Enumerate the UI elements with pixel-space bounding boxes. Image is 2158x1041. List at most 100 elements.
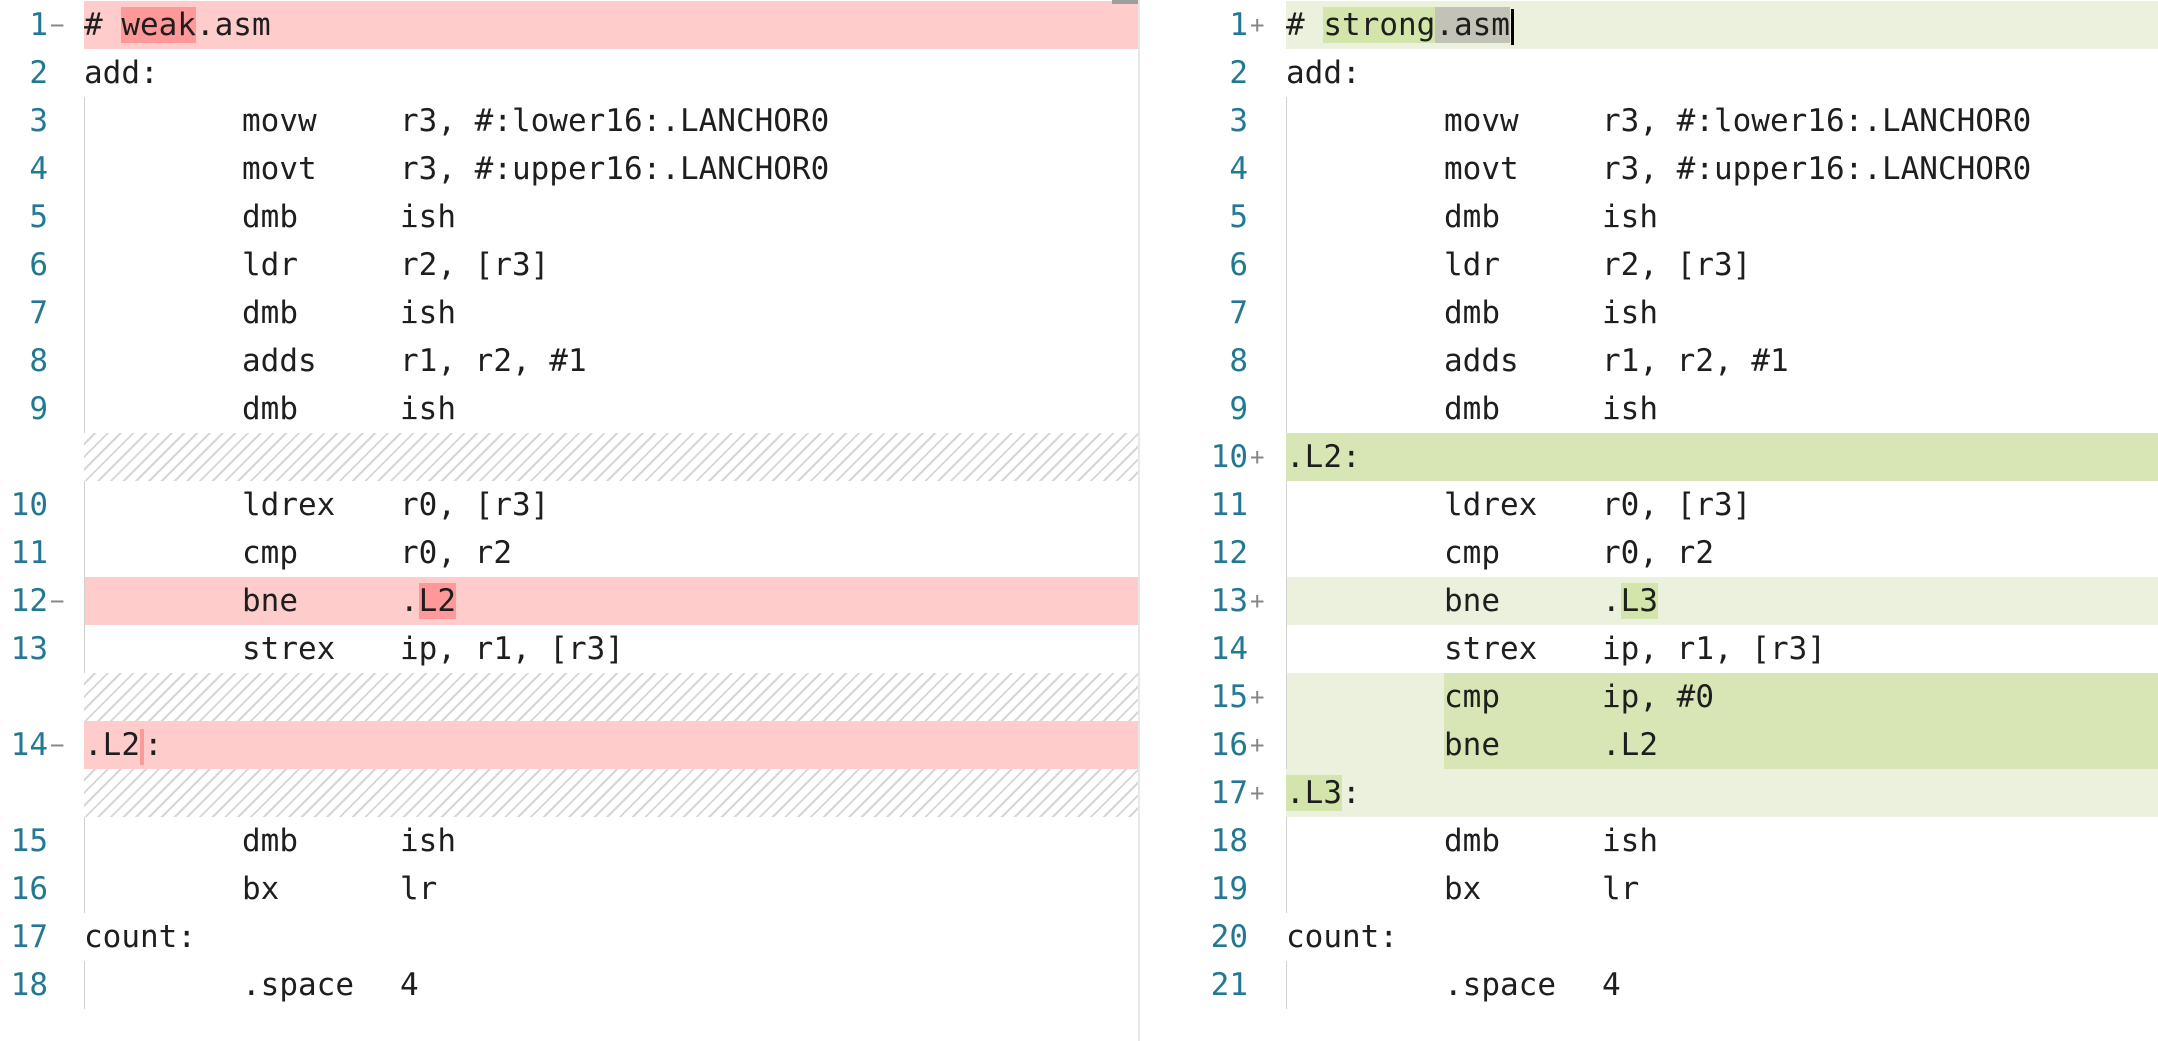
code-text[interactable]: dmb ish bbox=[1286, 385, 2158, 433]
code-text[interactable]: ldr r2, [r3] bbox=[1286, 241, 2158, 289]
code-text[interactable]: ldr r2, [r3] bbox=[84, 241, 1138, 289]
code-text[interactable]: .space 4 bbox=[84, 961, 1138, 1009]
code-text[interactable]: add: bbox=[1286, 49, 2158, 97]
code-line[interactable]: 19 bx lr bbox=[1140, 865, 2158, 913]
code-line[interactable]: 15 + cmp ip, #0 bbox=[1140, 673, 2158, 721]
code-text[interactable]: # strong.asm bbox=[1286, 1, 2158, 49]
code-text[interactable]: count: bbox=[1286, 913, 2158, 961]
comment-prefix: # bbox=[84, 7, 122, 43]
code-text[interactable]: strex ip, r1, [r3] bbox=[84, 625, 1138, 673]
code-text[interactable]: dmb ish bbox=[1286, 193, 2158, 241]
code-text[interactable]: dmb ish bbox=[1286, 817, 2158, 865]
indent-guide bbox=[84, 241, 85, 289]
mnemonic: .space bbox=[1444, 967, 1556, 1003]
mnemonic: .space bbox=[242, 967, 354, 1003]
operand-text: . bbox=[1602, 583, 1621, 619]
code-text[interactable]: strex ip, r1, [r3] bbox=[1286, 625, 2158, 673]
code-line[interactable]: 8 adds r1, r2, #1 bbox=[1140, 337, 2158, 385]
mnemonic: dmb bbox=[242, 391, 298, 427]
code-line[interactable] bbox=[0, 673, 1138, 721]
code-text[interactable]: .space 4 bbox=[1286, 961, 2158, 1009]
code-line[interactable]: 10 ldrex r0, [r3] bbox=[0, 481, 1138, 529]
code-line[interactable]: 1− # weak.asm bbox=[0, 1, 1138, 49]
code-line[interactable]: 15 dmb ish bbox=[0, 817, 1138, 865]
code-line[interactable]: 2 add: bbox=[1140, 49, 2158, 97]
line-number: 3 bbox=[1229, 103, 1248, 139]
code-text[interactable]: cmp r0, r2 bbox=[84, 529, 1138, 577]
code-line[interactable]: 11 cmp r0, r2 bbox=[0, 529, 1138, 577]
code-line[interactable]: 4 movt r3, #:upper16:.LANCHOR0 bbox=[1140, 145, 2158, 193]
code-text[interactable]: count: bbox=[84, 913, 1138, 961]
code-text[interactable]: cmp ip, #0 bbox=[1286, 673, 2158, 721]
code-line[interactable]: 4 movt r3, #:upper16:.LANCHOR0 bbox=[0, 145, 1138, 193]
code-line[interactable]: 5 dmb ish bbox=[0, 193, 1138, 241]
operands: ish bbox=[1602, 817, 1658, 865]
mnemonic: cmp bbox=[242, 535, 298, 571]
code-text[interactable]: dmb ish bbox=[1286, 289, 2158, 337]
code-line[interactable]: 2 add: bbox=[0, 49, 1138, 97]
code-line[interactable]: 17 count: bbox=[0, 913, 1138, 961]
code-text[interactable]: bne .L2 bbox=[1286, 721, 2158, 769]
code-text[interactable]: movw r3, #:lower16:.LANCHOR0 bbox=[1286, 97, 2158, 145]
code-text[interactable]: bx lr bbox=[1286, 865, 2158, 913]
code-text[interactable]: dmb ish bbox=[84, 817, 1138, 865]
code-line[interactable]: 1 + # strong.asm bbox=[1140, 1, 2158, 49]
code-text[interactable]: # weak.asm bbox=[84, 1, 1138, 49]
code-line[interactable]: 18 .space 4 bbox=[0, 961, 1138, 1009]
code-line[interactable]: 20 count: bbox=[1140, 913, 2158, 961]
code-text[interactable]: bne .L3 bbox=[1286, 577, 2158, 625]
code-line[interactable]: 14− .L2: bbox=[0, 721, 1138, 769]
code-text[interactable]: movw r3, #:lower16:.LANCHOR0 bbox=[84, 97, 1138, 145]
code-text[interactable]: dmb ish bbox=[84, 193, 1138, 241]
code-line[interactable]: 21 .space 4 bbox=[1140, 961, 2158, 1009]
code-line[interactable]: 13 strex ip, r1, [r3] bbox=[0, 625, 1138, 673]
changed-token: strong bbox=[1323, 7, 1436, 43]
code-text[interactable]: dmb ish bbox=[84, 385, 1138, 433]
original-pane[interactable]: 1− # weak.asm 2 add: 3 movw r3, #:lower16:.LAN… bbox=[0, 0, 1138, 1041]
code-line[interactable] bbox=[0, 433, 1138, 481]
mnemonic: cmp bbox=[1444, 535, 1500, 571]
code-line[interactable]: 11 ldrex r0, [r3] bbox=[1140, 481, 2158, 529]
code-line[interactable]: 12− bne .L2 bbox=[0, 577, 1138, 625]
code-line[interactable]: 13 + bne .L3 bbox=[1140, 577, 2158, 625]
code-text[interactable]: adds r1, r2, #1 bbox=[1286, 337, 2158, 385]
label-colon: : bbox=[144, 727, 163, 763]
added-marker: + bbox=[1250, 683, 1265, 711]
code-text[interactable]: .L2: bbox=[84, 721, 1138, 769]
code-text[interactable]: ldrex r0, [r3] bbox=[1286, 481, 2158, 529]
code-line[interactable]: 16 + bne .L2 bbox=[1140, 721, 2158, 769]
code-line[interactable]: 18 dmb ish bbox=[1140, 817, 2158, 865]
code-line[interactable]: 3 movw r3, #:lower16:.LANCHOR0 bbox=[0, 97, 1138, 145]
mnemonic: adds bbox=[242, 343, 317, 379]
code-line[interactable]: 10 + .L2: bbox=[1140, 433, 2158, 481]
code-text[interactable]: bne .L2 bbox=[84, 577, 1138, 625]
code-line[interactable]: 6 ldr r2, [r3] bbox=[1140, 241, 2158, 289]
code-text[interactable]: .L3: bbox=[1286, 769, 2158, 817]
code-line[interactable]: 16 bx lr bbox=[0, 865, 1138, 913]
code-text[interactable]: dmb ish bbox=[84, 289, 1138, 337]
code-line[interactable]: 5 dmb ish bbox=[1140, 193, 2158, 241]
code-line[interactable]: 7 dmb ish bbox=[1140, 289, 2158, 337]
code-text[interactable]: cmp r0, r2 bbox=[1286, 529, 2158, 577]
code-line[interactable]: 3 movw r3, #:lower16:.LANCHOR0 bbox=[1140, 97, 2158, 145]
code-text[interactable]: .L2: bbox=[1286, 433, 2158, 481]
code-line[interactable]: 7 dmb ish bbox=[0, 289, 1138, 337]
code-line[interactable]: 14 strex ip, r1, [r3] bbox=[1140, 625, 2158, 673]
code-text[interactable]: bx lr bbox=[84, 865, 1138, 913]
code-text[interactable]: movt r3, #:upper16:.LANCHOR0 bbox=[1286, 145, 2158, 193]
code-line[interactable] bbox=[0, 769, 1138, 817]
code-line[interactable]: 8 adds r1, r2, #1 bbox=[0, 337, 1138, 385]
line-number: 2 bbox=[1229, 55, 1248, 91]
code-line[interactable]: 17 + .L3: bbox=[1140, 769, 2158, 817]
operands: ip, #0 bbox=[1602, 673, 1714, 721]
code-text[interactable]: movt r3, #:upper16:.LANCHOR0 bbox=[84, 145, 1138, 193]
code-line[interactable]: 9 dmb ish bbox=[0, 385, 1138, 433]
code-text[interactable]: ldrex r0, [r3] bbox=[84, 481, 1138, 529]
modified-pane[interactable]: 1 + # strong.asm 2 add: 3 movw r3, #:lower16:.L… bbox=[1140, 0, 2158, 1041]
mnemonic: ldrex bbox=[1444, 487, 1538, 523]
code-line[interactable]: 9 dmb ish bbox=[1140, 385, 2158, 433]
code-line[interactable]: 12 cmp r0, r2 bbox=[1140, 529, 2158, 577]
code-text[interactable]: adds r1, r2, #1 bbox=[84, 337, 1138, 385]
code-text[interactable]: add: bbox=[84, 49, 1138, 97]
code-line[interactable]: 6 ldr r2, [r3] bbox=[0, 241, 1138, 289]
